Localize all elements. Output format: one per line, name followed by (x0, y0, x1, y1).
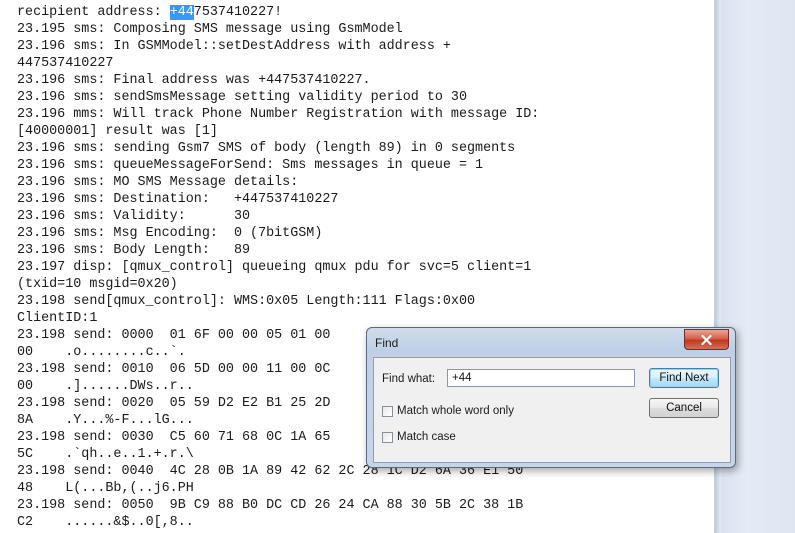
find-dialog[interactable]: Find Find what: Match whole word only Ma… (366, 327, 736, 468)
log-line-first: recipient address: +447537410227! (17, 4, 539, 21)
log-line: 23.196 mms: Will track Phone Number Regi… (17, 107, 540, 122)
log-line: 23.196 sms: Final address was +447537410… (17, 73, 371, 88)
log-line: ClientID:1 (17, 311, 98, 326)
match-whole-word-checkbox-box[interactable] (382, 405, 393, 417)
log-line: 23.196 sms: Validity: 30 (17, 209, 251, 224)
log-line: 23.196 sms: Body Length: 89 (17, 243, 251, 258)
log-line: 23.196 sms: Destination: +447537410227 (17, 192, 339, 207)
close-icon (701, 334, 712, 345)
log-line-prefix: recipient address: (17, 5, 170, 20)
selected-text[interactable]: +44 (169, 5, 194, 20)
log-line-suffix: 7537410227! (193, 5, 283, 20)
log-line: 23.195 sms: Composing SMS message using … (17, 22, 403, 37)
dialog-body: Find what: Match whole word only Match c… (373, 357, 731, 463)
log-line: 23.198 send[qmux_control]: WMS:0x05 Leng… (17, 294, 476, 309)
log-line: 48 L(...Bb,(..j6.PH (17, 481, 194, 496)
log-line: 23.196 sms: queueMessageForSend: Sms mes… (17, 158, 484, 173)
find-what-label: Find what: (382, 373, 436, 385)
match-whole-word-checkbox[interactable]: Match whole word only (382, 405, 514, 417)
match-whole-word-label: Match whole word only (397, 405, 514, 417)
find-what-input[interactable] (447, 369, 635, 387)
log-line: [40000001] result was [1] (17, 124, 218, 139)
dialog-title: Find (375, 336, 399, 350)
match-case-checkbox-box[interactable] (382, 431, 393, 443)
match-case-label: Match case (397, 431, 456, 443)
cancel-button[interactable]: Cancel (649, 398, 719, 418)
log-line: 23.196 sms: Msg Encoding: 0 (7bitGSM) (17, 226, 323, 241)
log-line: 23.196 sms: sendSmsMessage setting valid… (17, 90, 467, 105)
match-case-checkbox[interactable]: Match case (382, 431, 456, 443)
log-line: 23.196 sms: sending Gsm7 SMS of body (le… (17, 141, 516, 156)
log-line: 23.196 sms: In GSMModel::setDestAddress … (17, 39, 451, 54)
log-line: 447537410227 (17, 56, 114, 71)
log-line: (txid=10 msgid=0x20) (17, 277, 178, 292)
log-line: 23.196 sms: MO SMS Message details: (17, 175, 299, 190)
find-next-button[interactable]: Find Next (649, 368, 719, 388)
log-line: 23.197 disp: [qmux_control] queueing qmu… (17, 260, 532, 275)
close-button[interactable] (684, 329, 729, 350)
log-line: C2 ......&$..0[,8.. (17, 515, 194, 530)
log-line: 23.198 send: 0050 9B C9 88 B0 DC CD 26 2… (17, 498, 524, 513)
